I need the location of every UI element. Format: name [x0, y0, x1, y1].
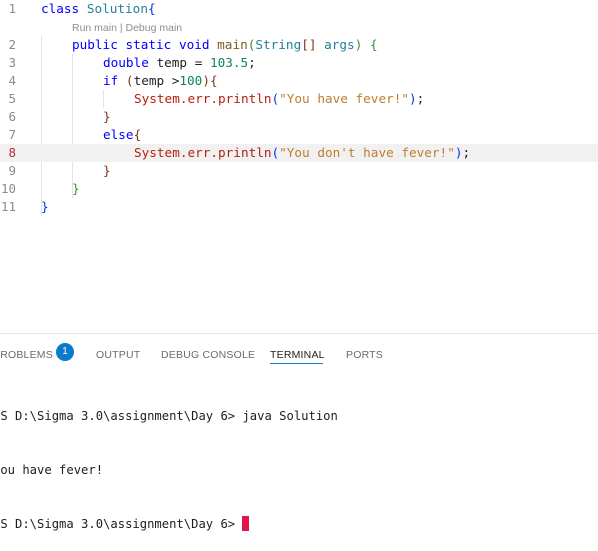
terminal-prompt-line[interactable]: PS D:\Sigma 3.0\assignment\Day 6> [0, 515, 598, 533]
code-line[interactable]: 4 if (temp >100){ [0, 72, 598, 90]
brackets: [] [301, 37, 317, 52]
code-line[interactable]: 11 } [0, 198, 598, 216]
terminal-output[interactable]: PS D:\Sigma 3.0\assignment\Day 6> java S… [0, 371, 598, 551]
keyword: static [125, 37, 172, 52]
variable: temp [156, 55, 188, 70]
tab-output[interactable]: OUTPUT [96, 347, 140, 363]
paren: ) [409, 91, 417, 106]
keyword: if [103, 73, 119, 88]
code-line[interactable]: 7 else{ [0, 126, 598, 144]
line-number: 9 [8, 163, 16, 178]
line-number: 1 [8, 1, 16, 16]
operator: = [194, 55, 203, 70]
tab-problems[interactable]: PROBLEMS [0, 347, 53, 363]
line-number: 4 [8, 73, 16, 88]
semicolon: ; [462, 145, 471, 160]
paren: ( [271, 91, 280, 106]
param-name: args [324, 37, 355, 52]
semicolon: ; [248, 55, 256, 70]
tab-ports[interactable]: PORTS [346, 347, 383, 363]
line-number: 8 [8, 145, 16, 160]
line-number: 5 [8, 91, 16, 106]
code-line[interactable]: 2 public static void main(String[] args)… [0, 36, 598, 54]
code-line[interactable]: 1 class Solution{ [0, 0, 598, 18]
number-literal: 100 [179, 73, 203, 88]
code-editor[interactable]: 1 class Solution{ Run main | Debug main … [0, 0, 598, 333]
paren: ) [202, 73, 210, 88]
brace: { [209, 73, 218, 88]
line-number: 11 [0, 199, 16, 214]
brace: { [133, 127, 142, 142]
keyword: else [103, 127, 134, 142]
code-line-active[interactable]: 8 System.err.println("You don't have fev… [0, 144, 598, 162]
panel-tabs: PROBLEMS OUTPUT DEBUG CONSOLE TERMINAL P… [0, 334, 598, 372]
keyword: void [178, 37, 210, 52]
keyword: class [41, 1, 80, 16]
string-literal: "You don't have fever!" [279, 145, 455, 160]
brace: } [103, 163, 111, 178]
brace: } [103, 109, 111, 124]
number-literal: 103.5 [209, 55, 249, 70]
code-line[interactable]: 9 } [0, 162, 598, 180]
codelens-run-debug[interactable]: Run main | Debug main [72, 21, 182, 35]
keyword: double [103, 55, 149, 70]
string-literal: "You have fever!" [279, 91, 409, 106]
code-line[interactable]: 5 System.err.println("You have fever!"); [0, 90, 598, 108]
terminal-line: PS D:\Sigma 3.0\assignment\Day 6> java S… [0, 409, 338, 423]
brace: } [72, 181, 80, 196]
line-number: 10 [0, 181, 16, 196]
line-number: 7 [8, 127, 16, 142]
brace: { [369, 37, 378, 52]
class-name: Solution [86, 1, 148, 16]
terminal-prompt: PS D:\Sigma 3.0\assignment\Day 6> [0, 517, 243, 531]
code-line[interactable]: 10 } [0, 180, 598, 198]
problems-count-badge: 1 [56, 343, 74, 361]
terminal-cursor [242, 516, 250, 531]
line-number: 6 [8, 109, 16, 124]
active-tab-indicator [270, 363, 323, 364]
tab-debug-console[interactable]: DEBUG CONSOLE [161, 347, 255, 363]
method-call: System.err.println [134, 91, 272, 106]
variable: temp [133, 73, 165, 88]
method-call: System.err.println [134, 145, 272, 160]
brace: } [41, 199, 49, 214]
code-line[interactable]: 3 double temp = 103.5; [0, 54, 598, 72]
keyword: public [72, 37, 118, 52]
paren: ( [125, 73, 134, 88]
paren: ) [354, 37, 363, 52]
code-line[interactable]: 6 } [0, 108, 598, 126]
tab-terminal[interactable]: TERMINAL [270, 347, 325, 363]
method-name: main [217, 37, 248, 52]
line-number: 3 [8, 55, 16, 70]
line-number: 2 [8, 37, 16, 52]
semicolon: ; [416, 91, 425, 106]
terminal-line: You have fever! [0, 463, 104, 477]
type-name: String [255, 37, 302, 52]
brace: { [147, 1, 156, 16]
paren: ( [271, 145, 280, 160]
